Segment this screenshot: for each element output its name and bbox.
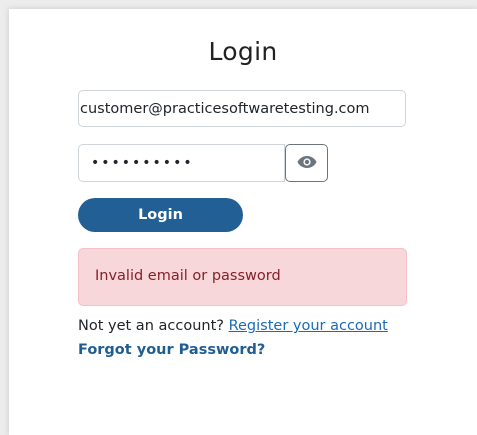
eye-icon (297, 155, 317, 172)
error-message: Invalid email or password (95, 268, 281, 284)
forgot-password-link[interactable]: Forgot your Password? (78, 342, 265, 358)
register-prompt: Not yet an account? (78, 318, 224, 334)
password-field[interactable] (78, 144, 285, 182)
error-alert: Invalid email or password (78, 248, 407, 306)
login-button[interactable]: Login (78, 198, 243, 232)
login-card: Login Login Invalid email or password No… (9, 9, 477, 435)
register-line: Not yet an account? Register your accoun… (78, 318, 388, 334)
page-title: Login (208, 37, 278, 66)
show-password-button[interactable] (285, 144, 328, 182)
register-link[interactable]: Register your account (229, 318, 388, 334)
email-field[interactable] (78, 90, 406, 127)
